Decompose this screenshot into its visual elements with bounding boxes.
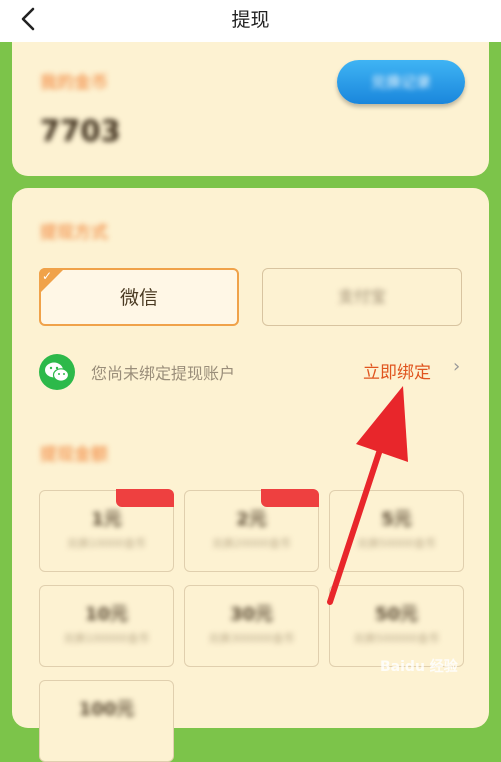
watermark: Baidu 经验 <box>380 659 458 675</box>
annotation-arrow <box>327 386 408 605</box>
